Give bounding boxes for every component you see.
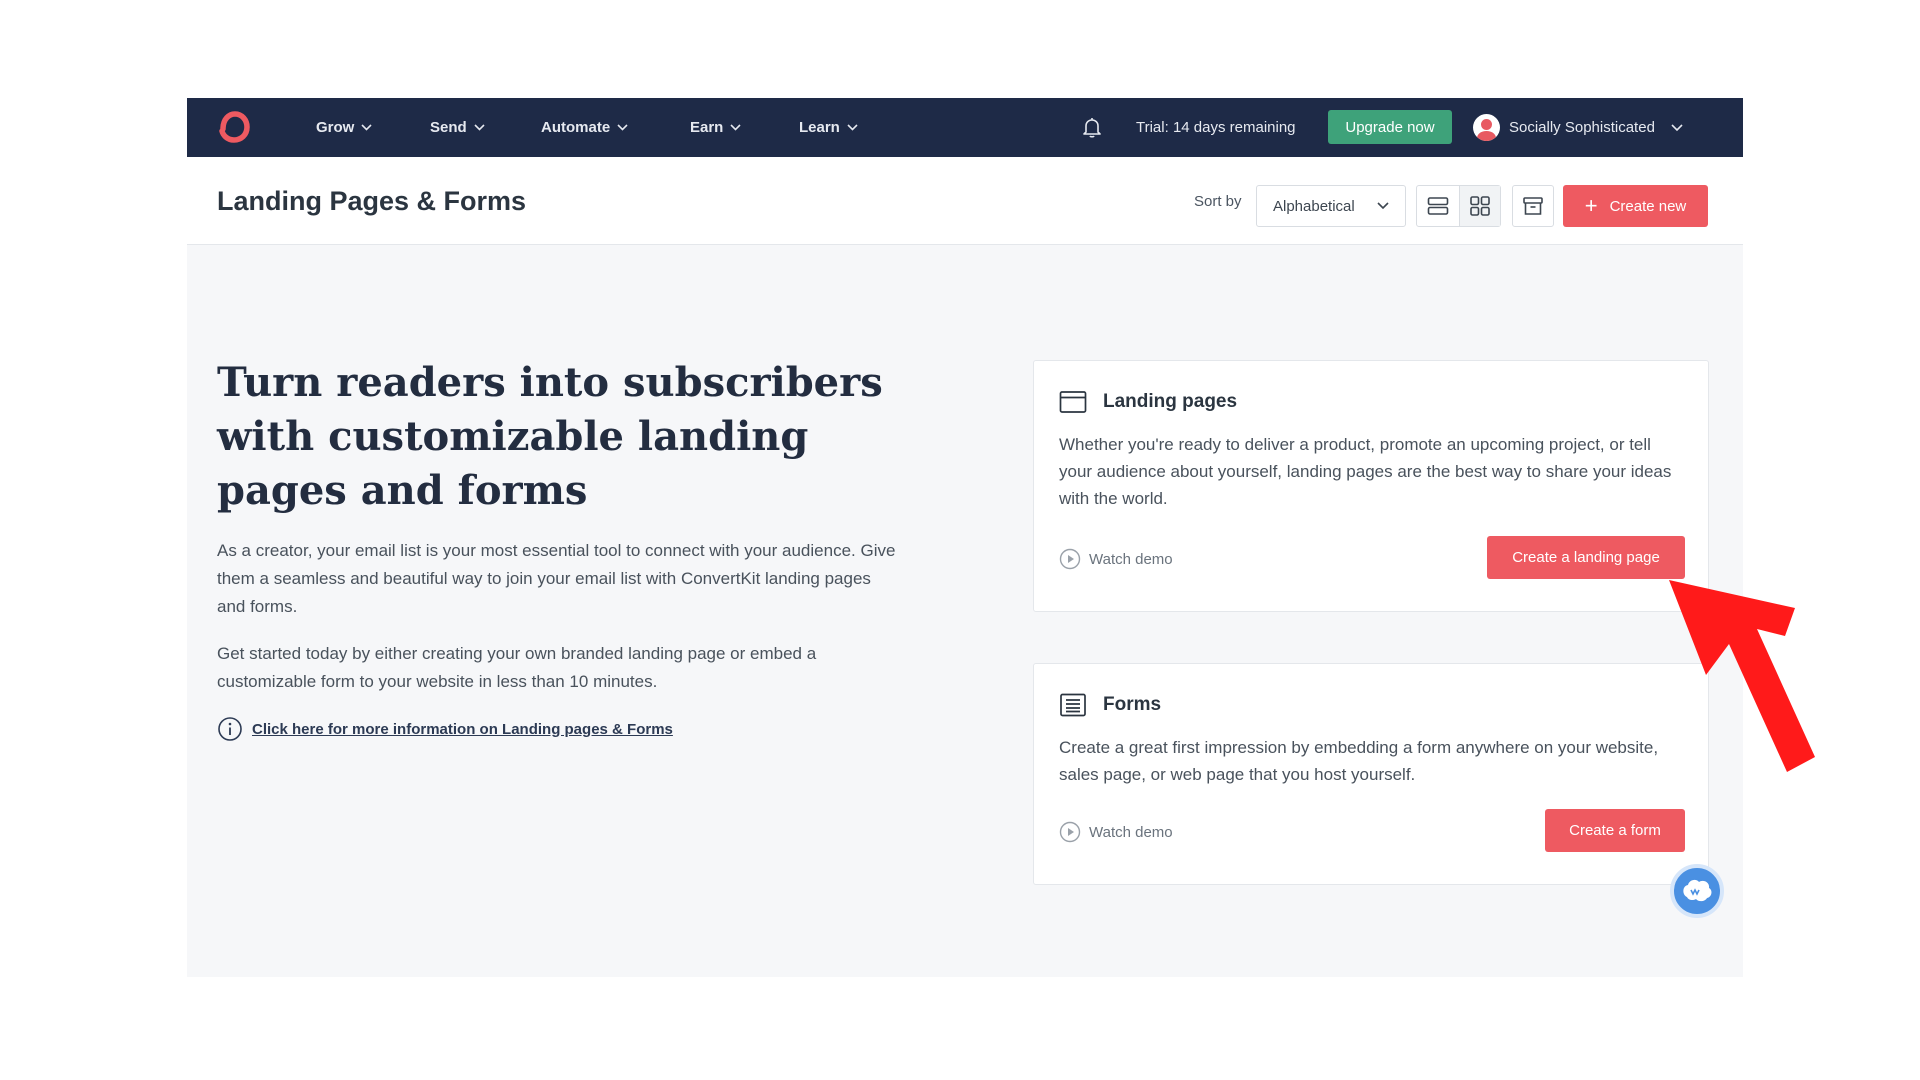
nav-send-label: Send	[430, 119, 467, 136]
convertkit-logo-icon[interactable]	[216, 110, 252, 144]
create-form-button[interactable]: Create a form	[1545, 809, 1685, 852]
chat-widget-button[interactable]	[1670, 864, 1724, 918]
top-navbar: Grow Send Automate Earn Learn Trial: 14 …	[187, 98, 1743, 157]
hero-paragraph-1: As a creator, your email list is your mo…	[217, 541, 896, 616]
watch-demo-label: Watch demo	[1089, 823, 1173, 841]
sort-select-value: Alphabetical	[1273, 197, 1355, 215]
forms-card: Forms Create a great first impression by…	[1033, 663, 1709, 885]
list-view-icon	[1427, 197, 1449, 215]
browser-window-icon	[1059, 391, 1087, 413]
play-circle-icon	[1059, 821, 1081, 843]
info-icon	[218, 717, 242, 741]
annotation-arrow	[1669, 580, 1815, 772]
nav-earn-label: Earn	[690, 119, 724, 136]
landing-pages-card-title: Landing pages	[1103, 391, 1238, 412]
form-icon	[1060, 693, 1086, 717]
plus-icon: +	[1584, 193, 1598, 218]
sort-select[interactable]: Alphabetical	[1256, 185, 1406, 227]
forms-watch-demo[interactable]: Watch demo	[1059, 819, 1173, 845]
nav-automate-label: Automate	[541, 119, 611, 136]
forms-card-title: Forms	[1103, 694, 1162, 715]
upgrade-now-button[interactable]: Upgrade now	[1328, 110, 1452, 144]
nav-earn[interactable]: Earn	[690, 98, 741, 157]
nav-learn[interactable]: Learn	[799, 98, 858, 157]
trial-status: Trial: 14 days remaining	[1136, 119, 1296, 136]
nav-automate[interactable]: Automate	[541, 98, 628, 157]
play-circle-icon	[1059, 548, 1081, 570]
grid-view-button[interactable]	[1458, 186, 1500, 226]
chevron-down-icon	[847, 124, 858, 131]
archive-button[interactable]	[1512, 185, 1554, 227]
forms-card-text: Create a great first impression by embed…	[1059, 738, 1659, 784]
chat-widget-icon	[1683, 879, 1712, 902]
list-view-button[interactable]	[1417, 186, 1459, 226]
grid-view-icon	[1469, 196, 1490, 216]
hero-title: Turn readers into subscribers with custo…	[217, 359, 883, 514]
nav-grow-label: Grow	[316, 119, 355, 136]
nav-send[interactable]: Send	[430, 98, 485, 157]
account-menu[interactable]: Socially Sophisticated	[1473, 98, 1683, 157]
sort-by-label: Sort by	[1194, 192, 1242, 210]
create-landing-page-button[interactable]: Create a landing page	[1487, 536, 1685, 579]
landing-pages-watch-demo[interactable]: Watch demo	[1059, 546, 1173, 572]
nav-learn-label: Learn	[799, 119, 840, 136]
create-new-label: Create new	[1609, 197, 1687, 215]
forms-card-header: Forms	[1059, 691, 1161, 719]
info-link-row: Click here for more information on Landi…	[217, 715, 673, 743]
chevron-down-icon	[474, 124, 485, 131]
chevron-down-icon	[361, 124, 372, 131]
archive-icon	[1523, 197, 1543, 215]
watch-demo-label: Watch demo	[1089, 550, 1173, 568]
nav-grow[interactable]: Grow	[316, 98, 372, 157]
view-toggle	[1416, 185, 1501, 227]
bell-icon[interactable]	[1080, 115, 1104, 139]
chevron-down-icon	[730, 124, 741, 131]
avatar	[1473, 114, 1500, 141]
create-new-button[interactable]: + Create new	[1563, 185, 1708, 227]
chevron-down-icon	[1377, 202, 1389, 210]
app-window: Grow Send Automate Earn Learn Trial: 14 …	[187, 98, 1743, 977]
landing-pages-card-text: Whether you're ready to deliver a produc…	[1059, 435, 1672, 508]
hero-paragraph-2: Get started today by either creating you…	[217, 644, 817, 691]
page-header: Landing Pages & Forms Sort by Alphabetic…	[187, 157, 1743, 245]
chevron-down-icon	[1671, 123, 1683, 131]
chevron-down-icon	[617, 124, 628, 131]
landing-pages-card: Landing pages Whether you're ready to de…	[1033, 360, 1709, 612]
page-title: Landing Pages & Forms	[217, 185, 527, 216]
info-link[interactable]: Click here for more information on Landi…	[252, 721, 673, 738]
account-name: Socially Sophisticated	[1509, 119, 1655, 136]
landing-pages-card-header: Landing pages	[1059, 388, 1237, 416]
